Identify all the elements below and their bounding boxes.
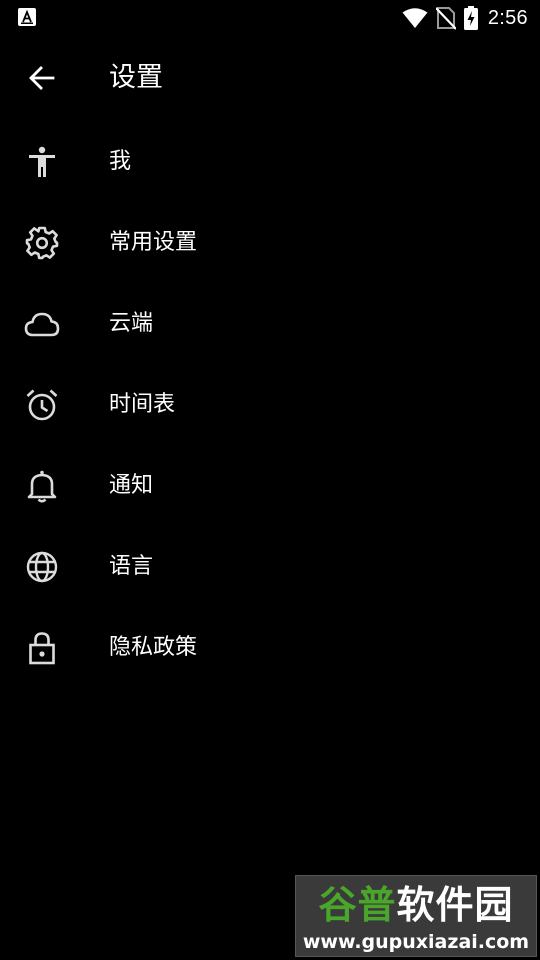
watermark-brand-part2: 软件园 <box>396 883 514 927</box>
settings-item-label: 常用设置 <box>109 230 198 255</box>
arrow-back-icon <box>29 66 55 90</box>
settings-item-schedule[interactable]: 时间表 <box>0 365 540 446</box>
settings-item-label: 隐私政策 <box>109 635 198 660</box>
settings-item-cloud[interactable]: 云端 <box>0 284 540 365</box>
lock-icon <box>24 630 60 666</box>
status-bar: 2:56 <box>0 0 540 36</box>
battery-charging-icon <box>463 6 478 30</box>
wifi-icon <box>402 7 428 29</box>
watermark-brand-part1: 谷普 <box>318 883 397 927</box>
watermark-brand: 谷普软件园 <box>296 882 536 928</box>
settings-item-language[interactable]: 语言 <box>0 527 540 608</box>
app-notification-icon <box>18 8 36 26</box>
settings-item-label: 我 <box>109 149 132 174</box>
settings-item-notifications[interactable]: 通知 <box>0 446 540 527</box>
page-title: 设置 <box>109 62 163 93</box>
watermark-url: www.gupuxiazai.com <box>302 931 530 953</box>
globe-icon <box>24 549 60 585</box>
cloud-icon <box>24 306 60 342</box>
watermark-logo: 谷普软件园 www.gupuxiazai.com <box>295 875 537 957</box>
settings-item-general[interactable]: 常用设置 <box>0 203 540 284</box>
settings-list: 我 常用设置 云端 时间表 通知 语言 隐私政策 <box>0 122 540 689</box>
bell-icon <box>24 468 60 504</box>
settings-item-privacy[interactable]: 隐私政策 <box>0 608 540 689</box>
settings-item-label: 云端 <box>109 311 154 336</box>
settings-item-label: 时间表 <box>109 392 176 417</box>
back-button[interactable] <box>18 54 66 102</box>
no-sim-icon <box>435 6 456 30</box>
gear-icon <box>24 225 60 261</box>
alarm-clock-icon <box>24 387 60 423</box>
settings-item-label: 通知 <box>109 473 154 498</box>
accessibility-person-icon <box>24 144 60 180</box>
settings-item-label: 语言 <box>109 554 154 579</box>
status-time: 2:56 <box>487 6 528 29</box>
settings-item-me[interactable]: 我 <box>0 122 540 203</box>
app-bar: 设置 <box>0 36 540 120</box>
